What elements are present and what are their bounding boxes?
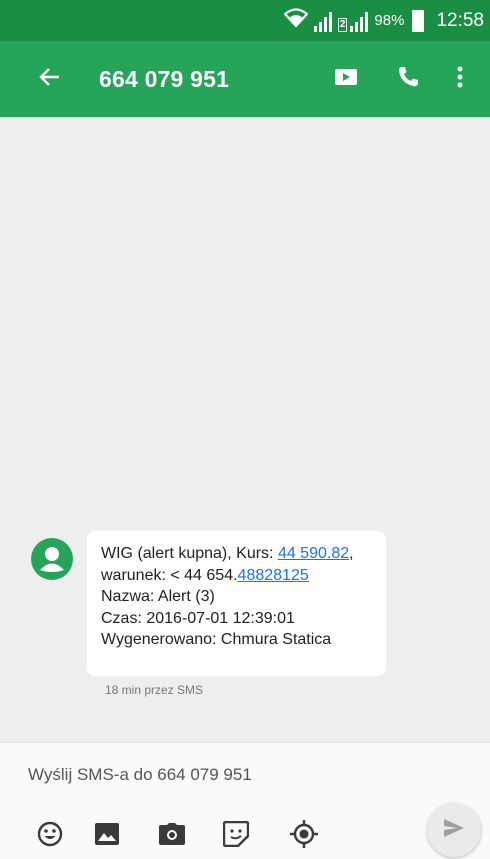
contact-avatar[interactable] bbox=[31, 538, 73, 580]
message-line-1: WIG (alert kupna), Kurs: 44 590.82, bbox=[101, 543, 372, 565]
emoji-button[interactable] bbox=[33, 819, 67, 853]
message-line-4: Czas: 2016-07-01 12:39:01 bbox=[101, 609, 295, 627]
conversation-title: 664 079 951 bbox=[99, 65, 230, 92]
send-button[interactable] bbox=[427, 803, 481, 857]
message-line-3: Nazwa: Alert (3) bbox=[101, 588, 215, 605]
sticker-button[interactable] bbox=[219, 819, 253, 853]
battery-icon bbox=[412, 9, 425, 32]
image-icon bbox=[94, 822, 120, 851]
more-vert-icon bbox=[457, 66, 463, 93]
status-time: 12:58 bbox=[436, 9, 484, 31]
call-button[interactable] bbox=[386, 57, 430, 101]
message-line-2: warunek: < 44 654.48828125 bbox=[101, 565, 372, 587]
wifi-icon bbox=[283, 8, 309, 33]
battery-percent: 98% bbox=[374, 12, 405, 29]
person-icon bbox=[31, 547, 73, 584]
message-bubble[interactable]: WIG (alert kupna), Kurs: 44 590.82, waru… bbox=[87, 531, 386, 676]
sim2-badge: 2 bbox=[337, 17, 348, 32]
sticker-icon bbox=[222, 820, 250, 852]
app-bar: 664 079 951 bbox=[0, 41, 490, 117]
camera-icon bbox=[158, 822, 186, 851]
gallery-button[interactable] bbox=[90, 819, 124, 853]
message-line-5: Wygenerowano: Chmura Statica bbox=[101, 631, 332, 648]
back-button[interactable] bbox=[31, 60, 69, 98]
conversation-area[interactable]: WIG (alert kupna), Kurs: 44 590.82, waru… bbox=[0, 117, 490, 742]
back-arrow-icon bbox=[39, 66, 61, 93]
camera-button[interactable] bbox=[155, 819, 189, 853]
compose-bar bbox=[0, 742, 490, 859]
message-timestamp: 18 min przez SMS bbox=[105, 683, 204, 697]
condition-link[interactable]: 48828125 bbox=[238, 567, 309, 584]
message-line2-text: warunek: < 44 654. bbox=[101, 566, 238, 584]
video-call-icon bbox=[334, 67, 358, 92]
signal-sim2-icon: 2 bbox=[337, 10, 369, 32]
message-line1-suffix: , bbox=[349, 545, 354, 562]
location-button[interactable] bbox=[287, 819, 321, 853]
send-icon bbox=[443, 818, 465, 843]
emoji-icon bbox=[37, 821, 63, 852]
phone-icon bbox=[396, 65, 420, 94]
message-line1-text: WIG (alert kupna), Kurs: bbox=[101, 545, 278, 562]
more-options-button[interactable] bbox=[438, 57, 482, 101]
rate-link[interactable]: 44 590.82 bbox=[278, 545, 349, 562]
status-bar: 2 98% 12:58 bbox=[0, 0, 490, 41]
message-input[interactable] bbox=[28, 757, 428, 793]
signal-sim1-icon bbox=[313, 10, 332, 32]
video-call-button[interactable] bbox=[324, 57, 368, 101]
location-icon bbox=[289, 819, 319, 854]
